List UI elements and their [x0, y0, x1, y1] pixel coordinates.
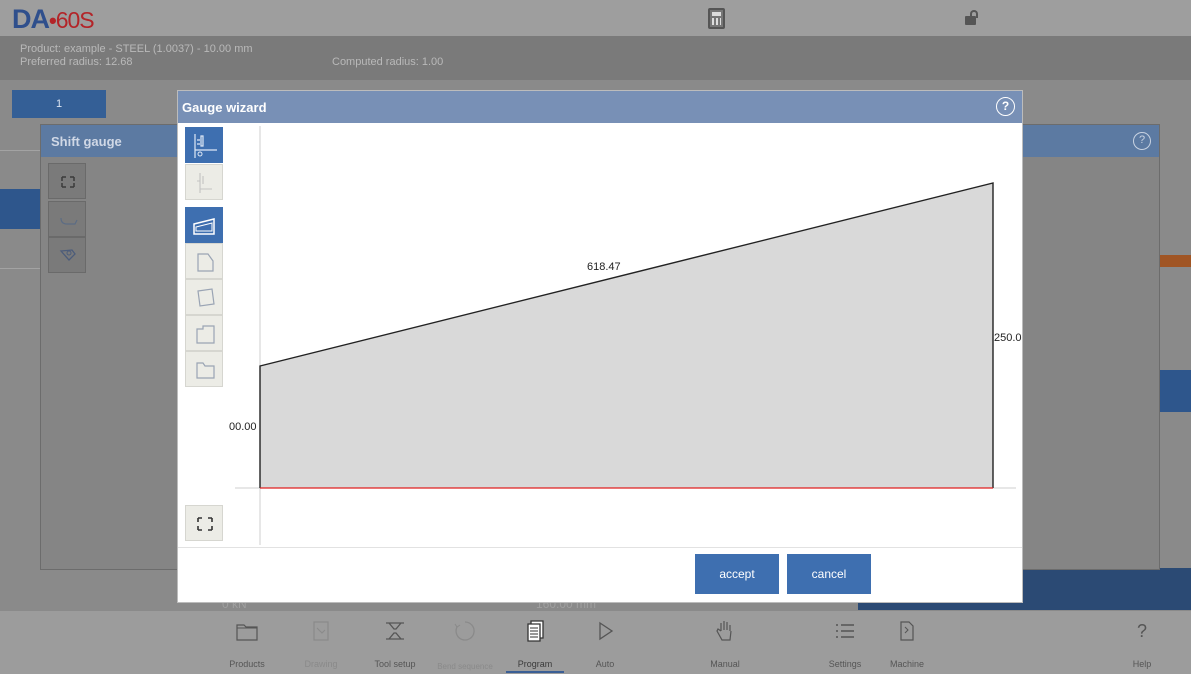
preferred-radius: Preferred radius: 12.68 — [20, 56, 133, 68]
nav-label: Settings — [828, 659, 862, 669]
active-nav-indicator — [506, 671, 564, 673]
logo-main: DA — [12, 4, 50, 34]
nav-machine[interactable]: Machine — [872, 611, 942, 674]
shape-rotated-icon[interactable] — [185, 279, 223, 315]
accept-button[interactable]: accept — [695, 554, 779, 594]
bg-orange-marker — [1160, 255, 1191, 267]
nav-label: Drawing — [304, 659, 338, 669]
bend-tab-1[interactable]: 1 — [12, 90, 106, 118]
shape-tool-icon[interactable] — [48, 201, 86, 237]
nav-help[interactable]: ? Help — [1107, 611, 1177, 674]
help-icon: ? — [1136, 621, 1147, 641]
fit-view-icon[interactable] — [48, 163, 86, 199]
calculator-icon[interactable] — [708, 8, 725, 29]
nav-label: Program — [517, 659, 553, 669]
nav-manual[interactable]: Manual — [690, 611, 760, 674]
shape-sloped-icon[interactable] — [185, 207, 223, 243]
shape-trapezoid-icon[interactable] — [185, 243, 223, 279]
slope-dimension[interactable]: 618.47 — [587, 261, 621, 273]
bg-divider — [0, 150, 40, 151]
nav-label: Bend sequence — [437, 662, 493, 671]
nav-label: Auto — [595, 659, 615, 669]
top-bar: DA•60S — [0, 0, 1191, 36]
gauge-position-tool-icon[interactable] — [185, 127, 223, 163]
program-icon — [527, 620, 544, 642]
nav-products[interactable]: Products — [212, 611, 282, 674]
bg-selected-row — [0, 189, 40, 229]
tool-setup-icon — [386, 622, 404, 640]
nav-label: Products — [229, 659, 265, 669]
cancel-button[interactable]: cancel — [787, 554, 871, 594]
product-description: Product: example - STEEL (1.0037) - 10.0… — [20, 43, 253, 55]
bend-sequence-icon — [454, 621, 475, 641]
bg-selected-row-right — [1160, 370, 1191, 412]
left-dimension[interactable]: 00.00 — [229, 421, 257, 433]
nav-tool-setup[interactable]: Tool setup — [360, 611, 430, 674]
gauge-position-alt-icon[interactable] — [185, 164, 223, 200]
shift-gauge-help-icon[interactable]: ? — [1133, 132, 1151, 150]
part-profile-fill — [260, 183, 993, 488]
unlock-icon[interactable] — [965, 10, 979, 25]
logo-dot: • — [49, 8, 57, 33]
hand-icon — [716, 621, 732, 641]
shape-folder-icon[interactable] — [185, 351, 223, 387]
nav-drawing[interactable]: Drawing — [286, 611, 356, 674]
bottom-navigation: Products Drawing Tool setup Bend sequenc… — [0, 610, 1191, 674]
nav-label: Help — [1132, 659, 1152, 669]
gauge-finger-icon[interactable] — [48, 237, 86, 273]
folder-icon — [236, 624, 258, 641]
play-icon — [599, 621, 614, 641]
computed-radius: Computed radius: 1.00 — [332, 56, 444, 68]
app-logo: DA•60S — [12, 4, 95, 35]
fit-view-icon[interactable] — [185, 505, 223, 541]
product-info-bar: Product: example - STEEL (1.0037) - 10.0… — [0, 36, 1191, 80]
nav-label: Tool setup — [374, 659, 416, 669]
nav-label: Machine — [889, 659, 925, 669]
nav-settings[interactable]: Settings — [810, 611, 880, 674]
shift-gauge-title: Shift gauge — [51, 134, 122, 149]
shape-stepped-icon[interactable] — [185, 315, 223, 351]
nav-auto[interactable]: Auto — [570, 611, 640, 674]
nav-program[interactable]: Program — [500, 611, 570, 674]
logo-model: 60S — [55, 7, 95, 33]
machine-icon — [900, 621, 914, 641]
drawing-icon — [313, 621, 329, 641]
gauge-wizard-dialog: Gauge wizard ? 618.47 250.0 00.00 accept… — [177, 90, 1023, 603]
nav-bend-sequence[interactable]: Bend sequence — [430, 611, 500, 674]
bg-divider — [0, 268, 40, 269]
nav-label: Manual — [710, 659, 740, 669]
gauge-drawing-canvas[interactable]: 618.47 250.0 00.00 — [178, 91, 1024, 547]
dialog-footer-divider — [178, 547, 1022, 548]
right-dimension[interactable]: 250.0 — [994, 332, 1022, 344]
settings-list-icon — [836, 624, 854, 638]
